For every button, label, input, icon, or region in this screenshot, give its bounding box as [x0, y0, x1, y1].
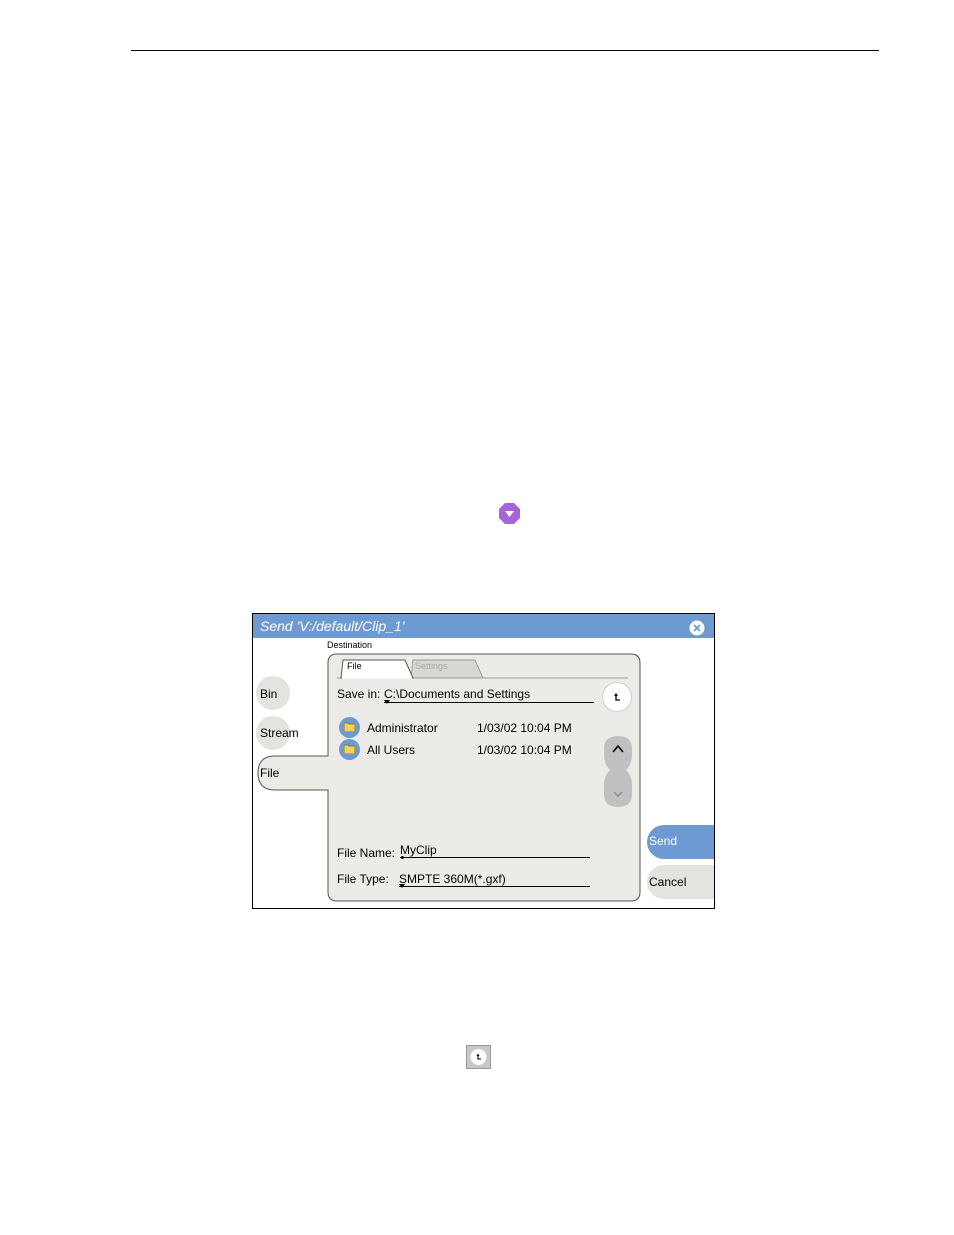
up-one-level-icon[interactable]	[602, 682, 632, 712]
up-one-level-icon	[466, 1045, 491, 1069]
file-name-label: File Name:	[337, 846, 396, 860]
save-in-dropdown[interactable]: C:\Documents and Settings	[384, 687, 530, 701]
scroll-down-icon[interactable]	[610, 789, 626, 801]
send-dialog: Send 'V:/default/Clip_1' Destination Bin…	[252, 613, 715, 909]
dropdown-arrow-icon	[498, 502, 521, 525]
file-date: 1/03/02 10:04 PM	[477, 743, 572, 757]
cancel-button-label: Cancel	[649, 875, 687, 889]
tab-settings[interactable]: Settings	[415, 661, 448, 671]
file-type-underline	[399, 886, 590, 887]
tab-file-inner[interactable]: File	[347, 661, 362, 671]
file-type-label: File Type:	[337, 872, 389, 886]
save-in-arrow-icon	[384, 700, 390, 704]
file-name-caret	[401, 856, 404, 859]
tab-stream-label: Stream	[260, 726, 299, 740]
folder-icon	[339, 739, 360, 760]
file-name: Administrator	[367, 721, 438, 735]
tab-file-label: File	[260, 766, 280, 780]
file-type-arrow-icon	[399, 884, 405, 888]
file-type-dropdown[interactable]: SMPTE 360M(*.gxf)	[399, 872, 506, 886]
cancel-button[interactable]: Cancel	[647, 865, 714, 899]
send-button[interactable]: Send	[647, 825, 714, 859]
folder-icon	[339, 717, 360, 738]
file-name: All Users	[367, 743, 416, 757]
file-name-underline	[400, 857, 590, 858]
save-in-label: Save in:	[337, 687, 381, 701]
save-in-underline	[384, 702, 594, 703]
file-name-field[interactable]: MyClip	[400, 843, 437, 857]
page-header-rule	[131, 50, 879, 51]
destination-panel	[257, 653, 641, 902]
scroll-up-icon[interactable]	[610, 742, 626, 756]
tab-bin-label: Bin	[260, 687, 278, 701]
send-button-label: Send	[649, 834, 678, 848]
file-date: 1/03/02 10:04 PM	[477, 721, 572, 735]
